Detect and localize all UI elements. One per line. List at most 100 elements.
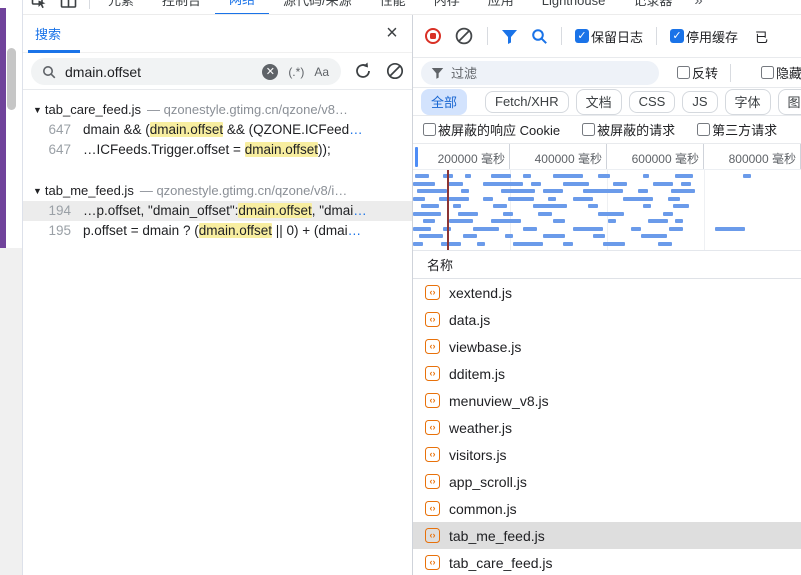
name-column-header[interactable]: 名称 [413,251,801,279]
match-text: dmain && (dmain.offset && (QZONE.ICFeed… [83,120,363,140]
match-segment: …p.offset, "dmain_offset": [83,203,238,218]
overview-request-bar [505,234,513,238]
collapse-arrow-icon[interactable]: ▼ [33,105,42,115]
page-scrollbar-thumb[interactable] [7,48,16,110]
overview-request-bar [419,234,443,238]
search-match-line[interactable]: 647…ICFeeds.Trigger.offset = dmain.offse… [23,140,412,160]
clear-search-icon[interactable] [385,61,405,81]
devtools-tabbar-inner: 元素控制台网络源代码/来源性能内存应用Lighthouse记录器 » [23,0,711,15]
search-match-line[interactable]: 195p.offset = dmain ? (dmain.offset || 0… [23,221,412,241]
overview-request-bar [669,227,683,231]
tab-元素[interactable]: 元素 [94,0,148,15]
search-group-header[interactable]: ▼tab_me_feed.js— qzonestyle.gtimg.cn/qzo… [23,181,412,201]
filter-funnel-icon[interactable] [501,29,518,44]
overview-request-bar [415,174,429,178]
collapse-arrow-icon[interactable]: ▼ [33,186,42,196]
request-row-xextend.js[interactable]: ‹›xextend.js [413,279,801,306]
blocked-filter-checkbox[interactable]: 第三方请求 [697,120,777,139]
overview-request-bar [413,227,431,231]
clear-query-icon[interactable]: ✕ [262,64,278,80]
overview-request-bar [598,212,624,216]
search-match-line[interactable]: 194…p.offset, "dmain_offset":dmain.offse… [23,201,412,221]
search-input[interactable]: dmain.offset ✕ (.*) Aa [31,58,341,85]
chip-文档[interactable]: 文档 [576,89,622,115]
match-segment: && (QZONE.ICFeed [223,122,349,137]
tab-源代码/来源[interactable]: 源代码/来源 [269,0,366,15]
chip-JS[interactable]: JS [682,91,717,113]
search-query-text: dmain.offset [65,64,262,80]
tab-网络[interactable]: 网络 [215,0,269,15]
refresh-search-icon[interactable] [353,61,373,81]
disable-cache-checkbox[interactable]: ✓ 停用缓存 [670,27,738,46]
overview-request-bar [588,204,598,208]
overview-request-bar [461,189,469,193]
js-file-icon: ‹› [425,528,440,543]
overview-request-bar [563,182,589,186]
preserve-log-checkbox[interactable]: ✓ 保留日志 [575,27,643,46]
device-toolbar-icon[interactable] [60,0,77,9]
chip-CSS[interactable]: CSS [629,91,676,113]
request-row-viewbase.js[interactable]: ‹›viewbase.js [413,333,801,360]
throttling-partial-label[interactable]: 已 [755,27,768,46]
match-segment: p.offset = dmain ? ( [83,223,199,238]
overview-request-bar [458,212,478,216]
regex-toggle[interactable]: (.*) [288,65,304,79]
checkbox-unchecked-icon [582,123,595,136]
overview-request-bar [483,182,523,186]
timeline-handle[interactable] [415,147,418,167]
hide-data-urls-checkbox[interactable]: 隐藏 [761,63,801,82]
overview-request-bar [483,197,493,201]
tab-应用[interactable]: 应用 [474,0,528,15]
checkbox-unchecked-icon [677,66,690,79]
request-row-data.js[interactable]: ‹›data.js [413,306,801,333]
chip-字体[interactable]: 字体 [725,89,771,115]
overview-request-bar [449,219,473,223]
js-file-icon: ‹› [425,420,440,435]
blocked-filter-checkbox[interactable]: 被屏蔽的请求 [582,120,675,139]
request-row-dditem.js[interactable]: ‹›dditem.js [413,360,801,387]
tab-内存[interactable]: 内存 [420,0,474,15]
overview-request-bar [573,197,593,201]
chip-全部[interactable]: 全部 [421,89,467,115]
tab-性能[interactable]: 性能 [366,0,420,15]
overview-request-bar [673,204,689,208]
request-name: weather.js [449,420,512,436]
chip-图片[interactable]: 图片 [778,89,801,115]
network-search-icon[interactable] [531,28,548,45]
request-row-tab_care_feed.js[interactable]: ‹›tab_care_feed.js [413,549,801,575]
more-tabs-icon[interactable]: » [686,0,710,9]
blocked-filter-checkbox[interactable]: 被屏蔽的响应 Cookie [423,120,560,139]
search-tab-label[interactable]: 搜索 [35,24,61,43]
filter-input[interactable]: 过滤 [421,61,659,85]
inspect-icon[interactable] [31,0,47,9]
toolbar-divider [487,27,488,45]
invert-filter-checkbox[interactable]: 反转 [677,63,718,82]
timeline-tick: 200000 毫秒 [413,144,510,169]
network-overview-waterfall[interactable] [413,170,801,251]
request-row-tab_me_feed.js[interactable]: ‹›tab_me_feed.js [413,522,801,549]
search-group-header[interactable]: ▼tab_care_feed.js— qzonestyle.gtimg.cn/q… [23,100,412,120]
record-stop-icon[interactable] [425,28,441,44]
request-row-weather.js[interactable]: ‹› weather.js [413,414,801,441]
request-name: visitors.js [449,447,507,463]
request-row-visitors.js[interactable]: ‹›visitors.js [413,441,801,468]
chip-Fetch/XHR[interactable]: Fetch/XHR [485,91,569,113]
tab-Lighthouse[interactable]: Lighthouse [528,0,620,15]
close-icon[interactable]: × [380,20,404,46]
tab-记录器[interactable]: 记录器 [619,0,686,15]
clear-network-log-icon[interactable] [454,26,474,46]
line-number: 647 [23,120,71,140]
overview-request-bar [523,227,537,231]
overview-request-bar [553,219,565,223]
overview-request-bar [548,197,556,201]
match-case-toggle[interactable]: Aa [314,65,329,79]
overview-request-bar [538,212,552,216]
search-match-line[interactable]: 647 dmain && (dmain.offset && (QZONE.ICFe… [23,120,412,140]
request-row-menuview_v8.js[interactable]: ‹›menuview_v8.js [413,387,801,414]
overview-request-bar [675,174,693,178]
tabbar-divider [89,0,90,9]
request-row-common.js[interactable]: ‹›common.js [413,495,801,522]
tab-控制台[interactable]: 控制台 [148,0,215,15]
name-header-label: 名称 [427,255,453,274]
request-row-app_scroll.js[interactable]: ‹›app_scroll.js [413,468,801,495]
